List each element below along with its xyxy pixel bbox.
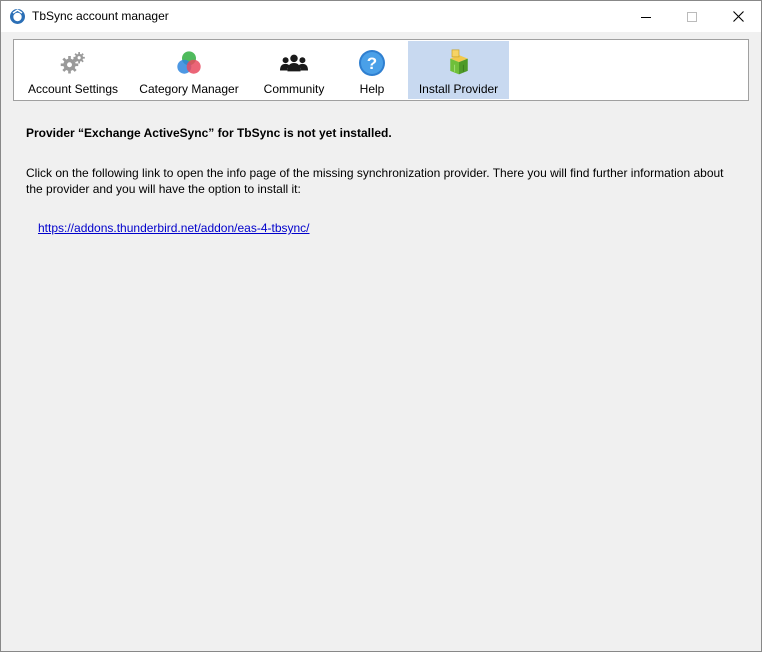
maximize-button[interactable] [669,1,715,32]
page-heading: Provider “Exchange ActiveSync” for TbSyn… [26,126,392,140]
package-icon [445,49,473,77]
tab-label: Install Provider [418,82,499,96]
people-icon [280,49,308,77]
app-window: TbSync account manager Account Settings … [0,0,762,652]
question-icon: ? [358,49,386,77]
svg-text:?: ? [367,54,377,73]
tab-help[interactable]: ? Help [344,41,400,99]
tab-community[interactable]: Community [252,41,336,99]
tab-label: Account Settings [27,82,119,96]
window-title: TbSync account manager [32,9,169,23]
description-text: Click on the following link to open the … [26,166,724,196]
provider-info-panel: Provider “Exchange ActiveSync” for TbSyn… [26,126,741,235]
gears-icon [59,49,87,77]
title-bar[interactable]: TbSync account manager [1,1,761,32]
close-button[interactable] [715,1,761,32]
color-circles-icon [175,49,203,77]
tbsync-app-icon [9,8,26,25]
tab-label: Category Manager [139,82,239,96]
main-toolbar: Account Settings Category Manager Commun… [13,39,749,101]
minimize-button[interactable] [623,1,669,32]
tab-label: Help [359,82,385,96]
provider-link[interactable]: https://addons.thunderbird.net/addon/eas… [38,221,310,235]
tab-label: Community [263,82,325,96]
minimize-icon [641,16,651,18]
tab-category-manager[interactable]: Category Manager [132,41,246,99]
maximize-icon [687,11,697,22]
tab-account-settings[interactable]: Account Settings [20,41,126,99]
tab-install-provider[interactable]: Install Provider [408,41,509,99]
close-icon [732,11,744,22]
